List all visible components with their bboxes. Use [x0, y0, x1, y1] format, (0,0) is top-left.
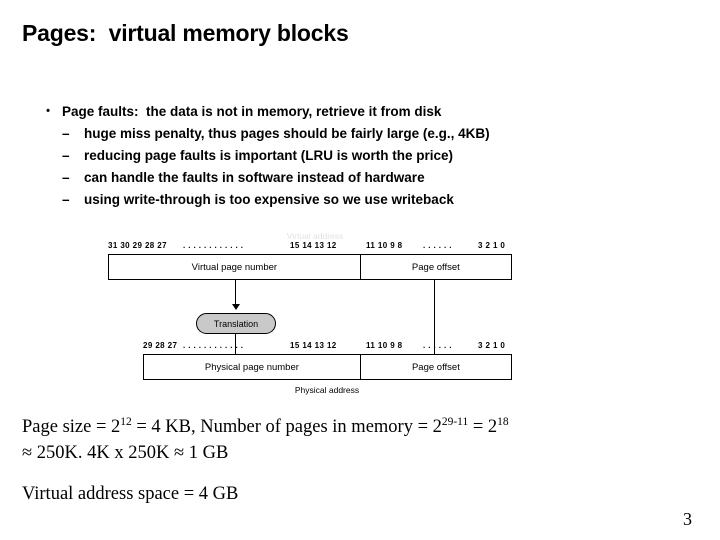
physical-bits-high: 29 28 27	[143, 341, 178, 350]
translation-node: Translation	[196, 313, 276, 334]
bullet-marker-icon: •	[46, 105, 50, 117]
physical-bits-dots-1: . . . . . . . . . . . .	[183, 341, 244, 350]
note-line-1-exponent-3: 18	[497, 415, 509, 428]
physical-address-box: Physical page number Page offset	[143, 354, 512, 380]
virtual-address-label: Virtual address	[286, 231, 344, 241]
list-item-label: Page faults: the data is not in memory, …	[62, 104, 442, 119]
physical-page-offset-field: Page offset	[359, 355, 511, 379]
virtual-bits-offset-high: 11 10 9 8	[366, 241, 403, 250]
list-item: – using write-through is too expensive s…	[34, 192, 694, 207]
dash-marker-icon: –	[62, 170, 70, 185]
note-line-1-part-a: Page size = 2	[22, 417, 121, 437]
address-translation-diagram: Virtual address 31 30 29 28 27 . . . . .…	[0, 228, 720, 408]
dash-marker-icon: –	[62, 192, 70, 207]
physical-address-label: Physical address	[294, 385, 360, 395]
list-item-label: reducing page faults is important (LRU i…	[84, 148, 454, 163]
list-item-label: using write-through is too expensive so …	[84, 192, 454, 207]
physical-bits-dots-2: . . . . . .	[423, 341, 452, 350]
virtual-bits-offset-low: 3 2 1 0	[478, 241, 506, 250]
virtual-address-box: Virtual page number Page offset	[108, 254, 512, 280]
list-item: – can handle the faults in software inst…	[34, 170, 694, 185]
list-item-page-faults: • Page faults: the data is not in memory…	[34, 104, 694, 119]
bullet-list: • Page faults: the data is not in memory…	[34, 104, 694, 214]
list-item-label: can handle the faults in software instea…	[84, 170, 425, 185]
page-title: Pages: virtual memory blocks	[22, 20, 349, 46]
note-line-1-exponent-1: 12	[120, 415, 132, 428]
dash-marker-icon: –	[62, 148, 70, 163]
virtual-bits-dots-2: . . . . . .	[423, 241, 452, 250]
note-line-1-part-c: = 2	[468, 417, 498, 437]
page-number: 3	[683, 509, 692, 529]
vpn-to-translation-arrow-head	[232, 304, 240, 310]
note-line-1: Page size = 212 = 4 KB, Number of pages …	[22, 415, 509, 438]
virtual-bits-mid: 15 14 13 12	[290, 241, 337, 250]
list-item: – huge miss penalty, thus pages should b…	[34, 126, 694, 141]
virtual-bits-dots-1: . . . . . . . . . . . .	[183, 241, 244, 250]
vpn-to-translation-arrow-line	[235, 280, 237, 306]
note-line-2: ≈ 250K. 4K x 250K ≈ 1 GB	[22, 443, 229, 463]
physical-page-number-field: Physical page number	[204, 361, 299, 373]
virtual-page-number-field: Virtual page number	[191, 261, 278, 273]
note-line-1-exponent-2: 29-11	[441, 415, 469, 428]
physical-bits-offset-low: 3 2 1 0	[478, 341, 506, 350]
note-line-3: Virtual address space = 4 GB	[22, 484, 239, 504]
list-item: – reducing page faults is important (LRU…	[34, 148, 694, 163]
virtual-bits-high: 31 30 29 28 27	[108, 241, 167, 250]
physical-bits-mid: 15 14 13 12	[290, 341, 337, 350]
dash-marker-icon: –	[62, 126, 70, 141]
physical-bits-offset-high: 11 10 9 8	[366, 341, 403, 350]
virtual-page-offset-field: Page offset	[359, 255, 511, 279]
note-line-1-part-b: = 4 KB, Number of pages in memory = 2	[131, 417, 442, 437]
list-item-label: huge miss penalty, thus pages should be …	[84, 126, 490, 141]
